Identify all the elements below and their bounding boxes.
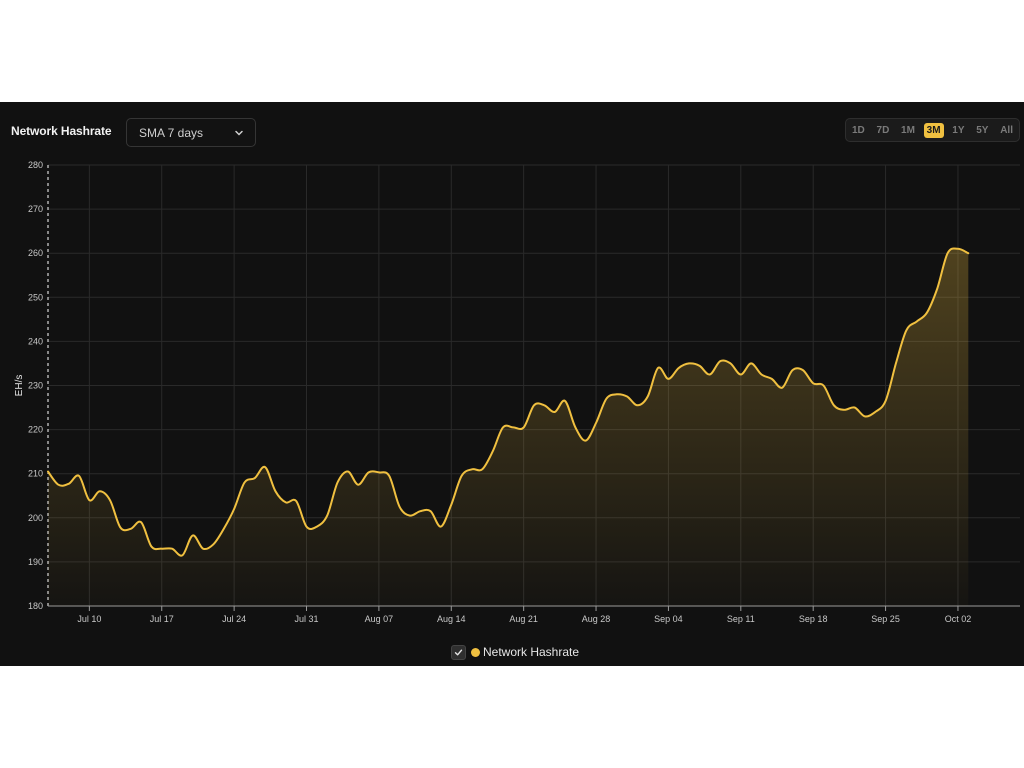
x-tick-label: Sep 18 — [799, 614, 828, 624]
y-tick-label: 230 — [28, 381, 43, 391]
y-tick-label: 250 — [28, 292, 43, 302]
y-tick-label: 220 — [28, 425, 43, 435]
y-tick-label: 260 — [28, 248, 43, 258]
x-tick-label: Aug 07 — [365, 614, 394, 624]
y-tick-label: 190 — [28, 557, 43, 567]
x-tick-label: Jul 24 — [222, 614, 246, 624]
check-icon — [454, 649, 463, 655]
series-area — [48, 248, 969, 606]
y-tick-label: 200 — [28, 513, 43, 523]
legend: Network Hashrate — [451, 644, 579, 660]
legend-label: Network Hashrate — [483, 645, 580, 659]
y-tick-label: 280 — [28, 160, 43, 170]
x-tick-label: Jul 17 — [150, 614, 174, 624]
x-tick-label: Sep 25 — [871, 614, 900, 624]
y-tick-label: 180 — [28, 601, 43, 611]
chart-panel: Network Hashrate SMA 7 days 1D 7D 1M 3M … — [0, 102, 1024, 666]
hashrate-chart: 180 190 200 210 220 230 240 250 260 270 280 Jul 10 J… — [14, 160, 1020, 624]
x-tick-label: Sep 11 — [727, 614, 755, 624]
x-tick-label: Aug 14 — [437, 614, 466, 624]
legend-series-dot — [471, 647, 480, 657]
x-tick-label: Jul 31 — [294, 614, 318, 624]
x-tick-label: Aug 28 — [582, 614, 611, 624]
x-tick-label: Oct 02 — [945, 614, 972, 624]
y-axis-label: EH/s — [14, 375, 25, 397]
y-tick-label: 240 — [28, 336, 43, 346]
x-tick-label: Sep 04 — [654, 614, 683, 624]
legend-checkbox[interactable] — [451, 644, 466, 660]
y-tick-label: 210 — [28, 469, 43, 479]
x-tick-label: Jul 10 — [77, 614, 101, 624]
y-tick-label: 270 — [28, 204, 43, 214]
x-tick-label: Aug 21 — [509, 614, 538, 624]
